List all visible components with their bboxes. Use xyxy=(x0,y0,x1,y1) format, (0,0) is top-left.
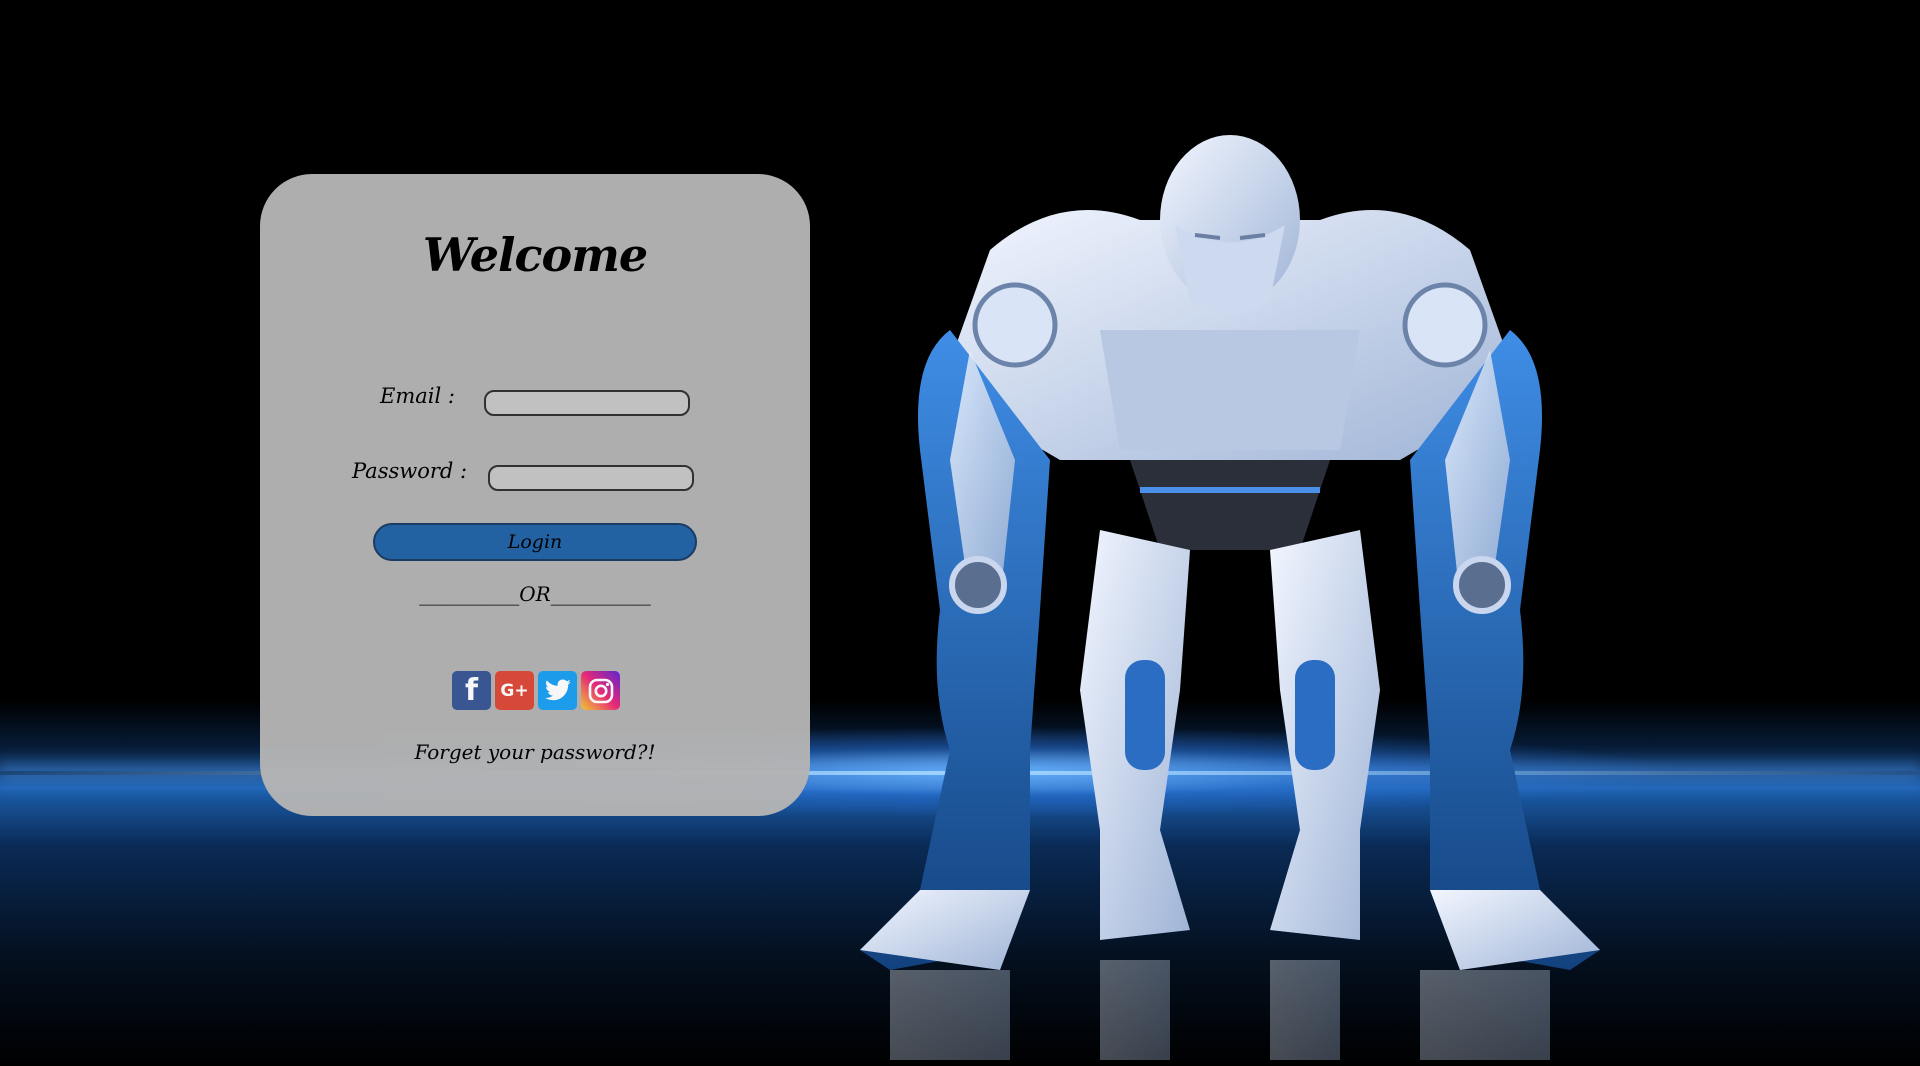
password-field[interactable] xyxy=(488,465,694,491)
twitter-icon[interactable] xyxy=(538,671,577,710)
or-separator: __________OR__________ xyxy=(419,582,651,606)
email-row: Email : xyxy=(260,378,810,418)
google-plus-icon[interactable]: G+ xyxy=(495,671,534,710)
password-label: Password : xyxy=(352,459,468,483)
google-plus-glyph: G+ xyxy=(500,680,529,701)
twitter-bird-icon xyxy=(544,678,571,700)
email-label: Email : xyxy=(380,384,455,408)
forgot-password-link[interactable]: Forget your password?! xyxy=(260,740,810,764)
login-card: Welcome Email : Password : Login _______… xyxy=(260,174,810,816)
facebook-icon[interactable]: f xyxy=(452,671,491,710)
instagram-icon[interactable] xyxy=(581,671,620,710)
login-button[interactable]: Login xyxy=(373,523,697,561)
facebook-glyph: f xyxy=(464,673,479,708)
robot-illustration xyxy=(860,135,1600,1060)
social-login-row: f G+ xyxy=(452,671,620,711)
instagram-camera-icon xyxy=(588,678,613,703)
welcome-title: Welcome xyxy=(422,228,648,282)
email-field[interactable] xyxy=(484,390,690,416)
password-row: Password : xyxy=(260,453,810,493)
